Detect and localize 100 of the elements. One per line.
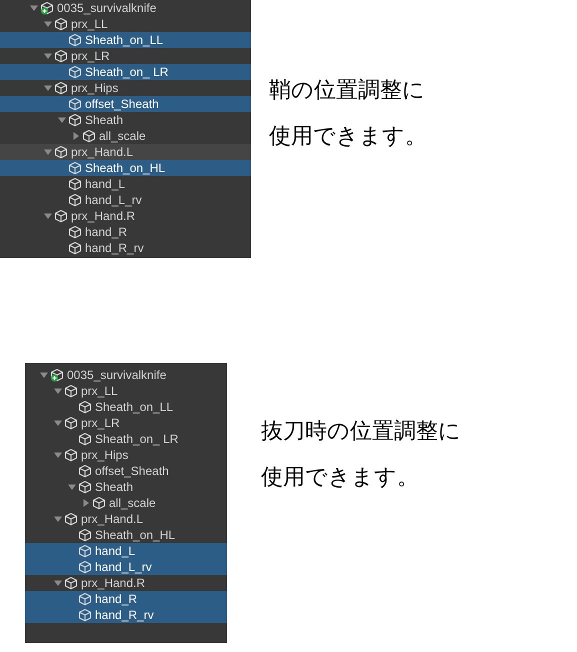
tree-row[interactable]: hand_R_rv xyxy=(0,240,251,256)
expanded-arrow-icon[interactable] xyxy=(44,20,52,28)
tree-row[interactable]: Sheath_on_LL xyxy=(0,32,251,48)
cube-icon xyxy=(68,177,82,191)
prefab-cube-icon xyxy=(50,368,64,382)
tree-row[interactable]: prx_LR xyxy=(0,48,251,64)
expanded-arrow-icon[interactable] xyxy=(44,84,52,92)
object-name: Sheath_on_LL xyxy=(85,32,164,48)
object-name: prx_Hand.R xyxy=(81,575,146,591)
tree-row[interactable]: prx_Hips xyxy=(25,447,227,463)
tree-row[interactable]: prx_LR xyxy=(25,415,227,431)
object-name: Sheath_on_HL xyxy=(95,527,176,543)
tree-row[interactable]: hand_L xyxy=(0,176,251,192)
object-name: hand_R_rv xyxy=(95,607,154,623)
cube-icon xyxy=(78,400,92,414)
tree-row[interactable]: prx_Hand.L xyxy=(25,511,227,527)
cube-icon xyxy=(54,209,68,223)
expanded-arrow-icon[interactable] xyxy=(44,212,52,220)
object-name: 0035_survivalknife xyxy=(67,367,166,383)
object-name: prx_Hips xyxy=(81,447,128,463)
cube-icon xyxy=(78,432,92,446)
cube-icon xyxy=(78,560,92,574)
object-name: hand_R xyxy=(95,591,138,607)
object-name: offset_Sheath xyxy=(85,96,159,112)
cube-icon xyxy=(54,17,68,31)
expanded-arrow-icon[interactable] xyxy=(44,52,52,60)
tree-row[interactable]: hand_R_rv xyxy=(25,607,227,623)
object-name: hand_L xyxy=(95,543,136,559)
tree-row[interactable]: 0035_survivalknife xyxy=(0,0,251,16)
caption: 抜刀時の位置調整に 使用できます。 xyxy=(261,418,461,492)
cube-icon xyxy=(78,528,92,542)
tree-row[interactable]: prx_Hand.L xyxy=(0,144,251,160)
object-name: hand_R_rv xyxy=(85,240,144,256)
cube-icon xyxy=(54,49,68,63)
expanded-arrow-icon[interactable] xyxy=(68,483,76,491)
object-name: prx_Hand.R xyxy=(71,208,136,224)
object-name: 0035_survivalknife xyxy=(57,0,156,16)
expanded-arrow-icon[interactable] xyxy=(58,116,66,124)
tree-row[interactable]: prx_Hand.R xyxy=(25,575,227,591)
tree-row[interactable]: prx_Hand.R xyxy=(0,208,251,224)
prefab-cube-icon xyxy=(40,1,54,15)
cube-icon xyxy=(54,145,68,159)
tree-row[interactable]: offset_Sheath xyxy=(25,463,227,479)
cube-icon xyxy=(68,241,82,255)
object-name: Sheath_on_HL xyxy=(85,160,166,176)
tree-row[interactable]: Sheath_on_ LR xyxy=(0,64,251,80)
cube-icon xyxy=(78,464,92,478)
tree-row[interactable]: hand_L_rv xyxy=(0,192,251,208)
cube-icon xyxy=(68,161,82,175)
expanded-arrow-icon[interactable] xyxy=(30,4,38,12)
object-name: hand_L_rv xyxy=(85,192,142,208)
object-name: Sheath_on_LL xyxy=(95,399,174,415)
cube-icon xyxy=(64,448,78,462)
expanded-arrow-icon[interactable] xyxy=(54,419,62,427)
collapsed-arrow-icon[interactable] xyxy=(72,132,80,140)
object-name: prx_LR xyxy=(81,415,120,431)
cube-icon xyxy=(78,608,92,622)
tree-row[interactable]: prx_LL xyxy=(0,16,251,32)
tree-row[interactable]: Sheath_on_ LR xyxy=(25,431,227,447)
tree-row[interactable]: Sheath xyxy=(25,479,227,495)
cube-icon xyxy=(64,416,78,430)
tree-row[interactable]: Sheath xyxy=(0,112,251,128)
tree-row[interactable]: 0035_survivalknife xyxy=(25,367,227,383)
expanded-arrow-icon[interactable] xyxy=(54,451,62,459)
object-name: prx_LL xyxy=(81,383,118,399)
object-name: hand_L xyxy=(85,176,126,192)
tree-row[interactable]: hand_L xyxy=(25,543,227,559)
tree-row[interactable]: hand_L_rv xyxy=(25,559,227,575)
tree-row[interactable]: prx_Hips xyxy=(0,80,251,96)
tree-row[interactable]: all_scale xyxy=(0,128,251,144)
tree-row[interactable]: prx_LL xyxy=(25,383,227,399)
cube-icon xyxy=(68,97,82,111)
object-name: prx_Hand.L xyxy=(71,144,134,160)
collapsed-arrow-icon[interactable] xyxy=(82,499,90,507)
tree-row[interactable]: Sheath_on_HL xyxy=(25,527,227,543)
tree-row[interactable]: all_scale xyxy=(25,495,227,511)
object-name: prx_LL xyxy=(71,16,108,32)
tree-row[interactable]: Sheath_on_LL xyxy=(25,399,227,415)
expanded-arrow-icon[interactable] xyxy=(54,515,62,523)
cube-icon xyxy=(78,592,92,606)
object-name: prx_Hand.L xyxy=(81,511,144,527)
expanded-arrow-icon[interactable] xyxy=(40,371,48,379)
object-name: hand_L_rv xyxy=(95,559,152,575)
cube-icon xyxy=(64,576,78,590)
expanded-arrow-icon[interactable] xyxy=(54,579,62,587)
expanded-arrow-icon[interactable] xyxy=(54,387,62,395)
cube-icon xyxy=(68,65,82,79)
tree-row[interactable]: Sheath_on_HL xyxy=(0,160,251,176)
object-name: offset_Sheath xyxy=(95,463,169,479)
tree-row[interactable]: offset_Sheath xyxy=(0,96,251,112)
cube-icon xyxy=(68,33,82,47)
tree-row[interactable]: hand_R xyxy=(0,224,251,240)
object-name: prx_Hips xyxy=(71,80,118,96)
object-name: all_scale xyxy=(109,495,156,511)
cube-icon xyxy=(92,496,106,510)
cube-icon xyxy=(68,193,82,207)
caption: 鞘の位置調整に 使用できます。 xyxy=(269,77,427,151)
tree-row[interactable]: hand_R xyxy=(25,591,227,607)
cube-icon xyxy=(64,512,78,526)
expanded-arrow-icon[interactable] xyxy=(44,148,52,156)
